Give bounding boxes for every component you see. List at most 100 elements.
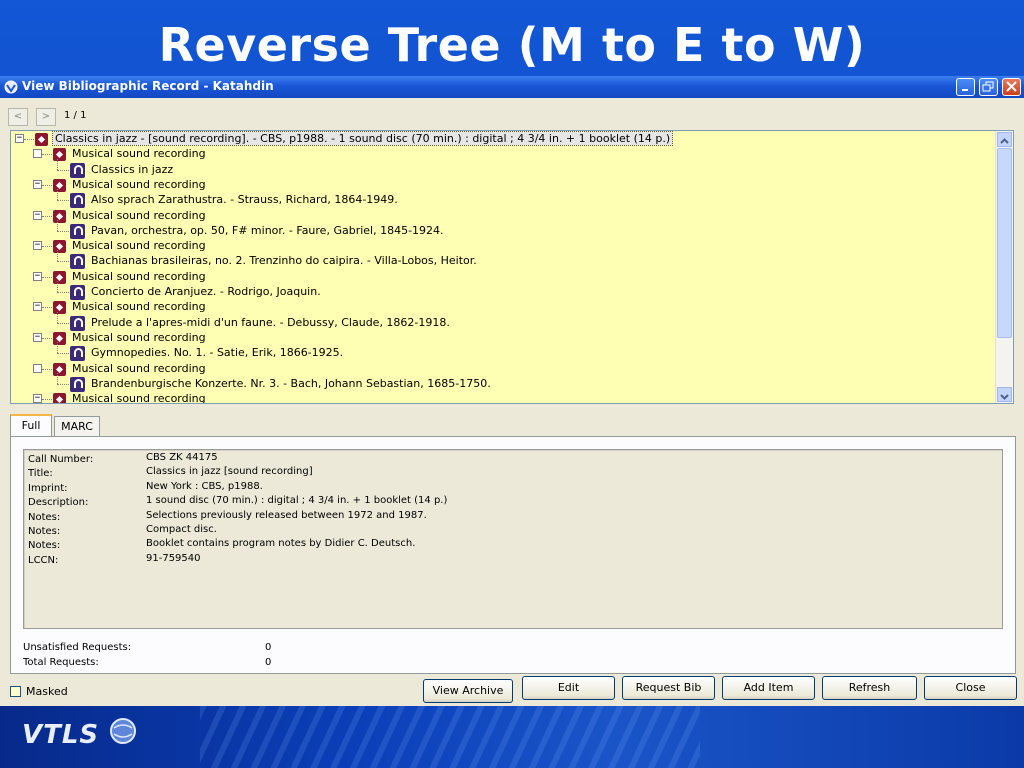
unsatisfied-requests-value: 0 [265,642,272,653]
total-requests-label: Total Requests: [23,657,99,668]
tree-connector [24,139,34,140]
tree-item-label[interactable]: Musical sound recording [72,239,206,252]
tree-item-label[interactable]: Musical sound recording [72,300,206,313]
full-record-panel: Call Number: CBS ZK 44175 Title: Classics i… [10,436,1016,674]
tree-item-label[interactable]: Musical sound recording [72,209,206,222]
tree-connector [57,322,69,324]
tree-child-label[interactable]: Pavan, orchestra, op. 50, F# minor. - Fa… [91,224,444,237]
tree-connector [57,311,58,323]
close-window-button[interactable] [1002,78,1021,96]
tab-marc[interactable]: MARC [54,416,100,436]
tree-connector [57,219,58,231]
tree-item-label[interactable]: Musical sound recording [72,331,206,344]
tree-item-label[interactable]: Musical sound recording [72,392,206,403]
tree-child-label[interactable]: Brandenburgische Konzerte. Nr. 3. - Bach… [91,377,491,390]
field-value: New York : CBS, p1988. [146,480,263,492]
tree-item-label[interactable]: Musical sound recording [72,270,206,283]
field-value: Booklet contains program notes by Didier… [146,538,416,550]
sound-recording-icon [53,331,66,345]
tree-connector [57,353,69,355]
scroll-up-button[interactable] [997,132,1012,147]
collapse-icon[interactable]: − [33,241,42,251]
tree-connector [57,383,69,385]
tree-connector [42,276,52,278]
sound-recording-icon [53,393,66,403]
collapse-icon[interactable]: − [15,134,24,143]
field-label: Notes: [28,540,61,552]
field-value: 1 sound disc (70 min.) : digital ; 4 3/4… [146,495,448,507]
tree-item-label[interactable]: Musical sound recording [72,147,206,160]
work-icon [70,193,85,209]
sound-recording-icon [53,301,66,315]
expand-icon[interactable] [33,363,42,373]
tree-child-label[interactable]: Concierto de Aranjuez. - Rodrigo, Joaqui… [91,285,321,298]
sound-recording-icon [53,270,66,284]
tree-item-label[interactable]: Musical sound recording [72,178,206,191]
vtls-globe-icon [110,718,136,744]
reverse-tree-view[interactable]: − Classics in jazz - [sound recording]. … [10,130,1014,404]
minimize-button[interactable] [956,78,975,96]
work-icon [70,315,85,331]
field-label: Imprint: [28,482,68,494]
collapse-icon[interactable]: − [33,210,42,220]
collapse-icon[interactable]: − [33,302,42,312]
field-label: Title: [28,468,53,480]
tree-item-label[interactable]: Musical sound recording [72,362,206,375]
tree-connector [57,281,58,292]
collapse-icon[interactable]: − [33,271,42,281]
tree-child-label[interactable]: Classics in jazz [91,163,173,176]
masked-checkbox[interactable] [10,686,21,697]
tree-child-label[interactable]: Also sprach Zarathustra. - Strauss, Rich… [91,193,398,206]
tree-root-label[interactable]: Classics in jazz - [sound recording]. - … [51,131,674,146]
next-record-button[interactable]: > [36,108,56,126]
tree-connector [42,215,52,217]
field-label: Notes: [28,511,61,523]
field-value: CBS ZK 44175 [146,452,218,463]
tree-scrollbar[interactable] [995,131,1013,403]
collapse-icon[interactable]: − [33,332,42,342]
tree-connector [57,200,69,202]
request-bib-button[interactable]: Request Bib [622,676,715,700]
unsatisfied-requests-label: Unsatisfied Requests: [23,642,132,653]
collapse-icon[interactable]: − [33,394,42,403]
edit-button[interactable]: Edit [522,676,615,700]
maximize-button[interactable] [979,78,998,96]
footer-decoration [200,706,700,768]
view-archive-button[interactable]: View Archive [423,679,513,703]
minimize-icon [962,89,968,91]
work-icon [70,376,85,392]
window-title: View Bibliographic Record - Katahdin [22,79,274,93]
expand-icon[interactable] [33,149,42,159]
tree-connector [42,246,52,248]
work-icon [70,285,85,300]
slide-footer: VTLS [0,706,1024,768]
close-icon [1006,81,1017,92]
work-icon [70,254,85,270]
tree-child-label[interactable]: Bachianas brasileiras, no. 2. Trenzinho … [91,254,477,267]
sound-recording-icon [53,148,66,162]
record-navigation: < > 1 / 1 [0,98,1024,130]
scroll-down-button[interactable] [997,387,1012,402]
previous-record-button[interactable]: < [8,108,28,126]
field-value: Compact disc. [146,524,217,535]
scroll-thumb[interactable] [997,148,1012,338]
total-requests-value: 0 [265,657,272,668]
tree-child-label[interactable]: Gymnopedies. No. 1. - Satie, Erik, 1866-… [91,346,343,359]
window-titlebar[interactable]: View Bibliographic Record - Katahdin [0,76,1024,98]
field-label: Call Number: [28,454,94,465]
field-label: Notes: [28,526,61,537]
add-item-button[interactable]: Add Item [722,676,815,700]
tree-connector [42,368,52,370]
tree-connector [57,169,69,171]
close-button[interactable]: Close [924,676,1017,700]
tree-connector [57,189,58,201]
tree-connector [57,250,58,262]
tab-full[interactable]: Full [10,414,52,436]
field-value: Selections previously released between 1… [146,509,427,521]
refresh-button[interactable]: Refresh [822,676,917,700]
tree-child-label[interactable]: Prelude a l'apres-midi d'un faune. - Deb… [91,316,450,329]
tree-connector [57,261,69,263]
collapse-icon[interactable]: − [33,179,42,189]
field-value: 91-759540 [146,552,201,564]
masked-label: Masked [26,685,68,698]
